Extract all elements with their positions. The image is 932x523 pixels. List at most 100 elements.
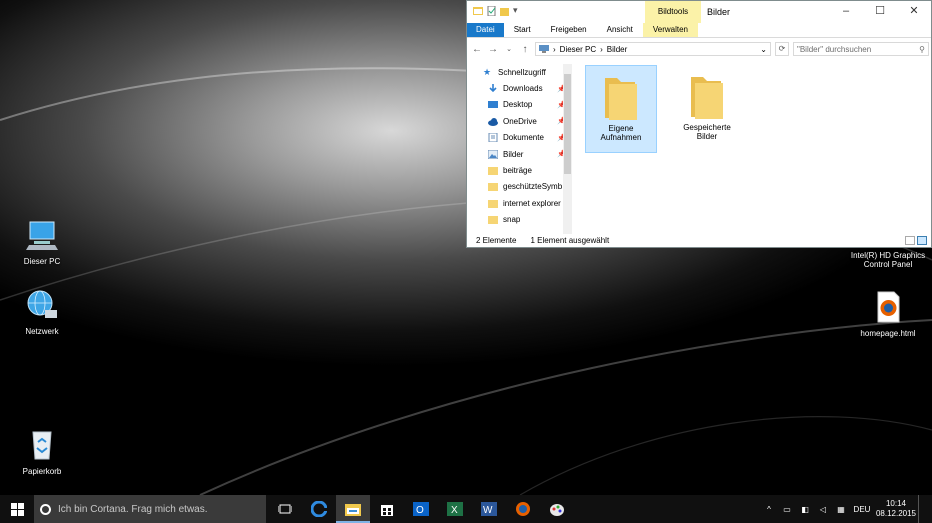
- nav-item-label: Dokumente: [503, 133, 544, 143]
- nav-item-quick-access[interactable]: ★ Schnellzugriff: [467, 64, 574, 80]
- search-input[interactable]: "Bilder" durchsuchen ⚲: [793, 42, 929, 56]
- firefox-document-icon: [877, 291, 900, 323]
- nav-item-desktop[interactable]: Desktop 📌: [467, 97, 574, 113]
- nav-item-folder[interactable]: internet explorer: [467, 195, 574, 211]
- breadcrumb-this-pc[interactable]: Dieser PC: [560, 45, 596, 54]
- folder-item-eigene-aufnahmen[interactable]: Eigene Aufnahmen: [585, 65, 657, 153]
- close-button[interactable]: ✕: [897, 1, 931, 23]
- taskbar-app-store[interactable]: [370, 495, 404, 523]
- desktop-icon-label: Intel(R) HD Graphics: [850, 251, 926, 260]
- desktop-icon-recycle-bin[interactable]: Papierkorb: [7, 428, 77, 476]
- start-button[interactable]: [0, 495, 34, 523]
- breadcrumb-separator: ›: [553, 44, 556, 54]
- file-explorer-window: ▾ Bildtools Bilder – ☐ ✕ Datei Start Fre…: [466, 0, 932, 248]
- up-arrow-icon[interactable]: ↑: [519, 44, 531, 55]
- volume-icon[interactable]: ◁: [814, 505, 832, 514]
- window-title: Bilder: [707, 7, 731, 17]
- recent-locations-icon[interactable]: ⌄: [503, 45, 515, 53]
- nav-item-folder[interactable]: geschützteSymb: [467, 179, 574, 195]
- address-dropdown-icon[interactable]: ⌄: [760, 45, 767, 54]
- star-icon: ★: [483, 66, 492, 77]
- nav-item-label: beiträge: [503, 166, 532, 176]
- clock[interactable]: 10:14 08.12.2015: [874, 499, 918, 519]
- taskbar-app-excel[interactable]: X: [438, 495, 472, 523]
- properties-icon[interactable]: [487, 5, 496, 16]
- system-tray: ^ ▭ ◧ ◁ ▦ DEU 10:14 08.12.2015: [760, 495, 932, 523]
- folder-label: Eigene: [608, 124, 634, 133]
- excel-icon: X: [447, 502, 463, 516]
- nav-item-documents[interactable]: Dokumente 📌: [467, 130, 574, 146]
- edge-icon: [311, 501, 327, 517]
- nav-item-label: Downloads: [503, 84, 543, 94]
- tab-freigeben[interactable]: Freigeben: [541, 23, 597, 37]
- documents-icon: [488, 133, 498, 143]
- store-icon: [381, 505, 393, 516]
- nav-scrollbar[interactable]: [563, 64, 572, 234]
- folder-icon: [691, 77, 723, 119]
- download-arrow-icon: [489, 84, 497, 93]
- outlook-icon: O: [413, 502, 429, 516]
- firefox-icon: [516, 502, 530, 516]
- address-bar[interactable]: › Dieser PC › Bilder ⌄: [535, 42, 771, 56]
- clock-date: 08.12.2015: [875, 509, 917, 518]
- new-folder-icon[interactable]: [500, 6, 509, 16]
- network-globe-icon: [27, 290, 57, 318]
- search-icon: ⚲: [919, 44, 925, 54]
- scrollbar-thumb[interactable]: [564, 74, 571, 174]
- taskbar-app-word[interactable]: W: [472, 495, 506, 523]
- network-tray-icon[interactable]: ◧: [796, 505, 814, 514]
- desktop-icon-intel-graphics[interactable]: Intel(R) HD Graphics Control Panel: [846, 251, 930, 269]
- nav-item-folder[interactable]: beiträge: [467, 162, 574, 178]
- breadcrumb-current[interactable]: Bilder: [607, 45, 627, 54]
- status-bar: 2 Elemente 1 Element ausgewählt: [467, 233, 931, 247]
- desktop-icon-homepage[interactable]: homepage.html: [853, 290, 923, 338]
- forward-arrow-icon[interactable]: →: [487, 44, 499, 55]
- show-desktop-button[interactable]: [918, 495, 932, 523]
- nav-item-pictures[interactable]: Bilder 📌: [467, 146, 574, 162]
- window-app-icon: [473, 7, 483, 15]
- folder-icon: [605, 78, 637, 120]
- maximize-button[interactable]: ☐: [863, 1, 897, 23]
- tab-verwalten[interactable]: Verwalten: [642, 23, 698, 37]
- large-icons-view-icon[interactable]: [917, 236, 927, 245]
- folder-item-gespeicherte-bilder[interactable]: Gespeicherte Bilder: [671, 65, 743, 153]
- taskbar: Ich bin Cortana. Frag mich etwas. O X W …: [0, 495, 932, 523]
- taskbar-app-firefox[interactable]: [506, 495, 540, 523]
- minimize-button[interactable]: –: [829, 1, 863, 23]
- taskbar-app-file-explorer[interactable]: [336, 495, 370, 523]
- battery-icon[interactable]: ▭: [778, 505, 796, 514]
- keyboard-icon[interactable]: ▦: [832, 505, 850, 514]
- nav-item-label: Bilder: [503, 149, 524, 159]
- tray-chevron-icon[interactable]: ^: [760, 505, 778, 514]
- folder-label: Aufnahmen: [600, 133, 642, 142]
- desktop-icon-network[interactable]: Netzwerk: [7, 288, 77, 336]
- title-bar: ▾ Bildtools Bilder – ☐ ✕: [467, 1, 931, 23]
- breadcrumb-separator: ›: [600, 44, 603, 54]
- cortana-placeholder: Ich bin Cortana. Frag mich etwas.: [58, 503, 208, 515]
- qat-dropdown-icon[interactable]: ▾: [513, 5, 518, 16]
- tab-ansicht[interactable]: Ansicht: [597, 23, 643, 37]
- nav-item-onedrive[interactable]: OneDrive 📌: [467, 113, 574, 129]
- nav-item-label: geschützteSymb: [503, 182, 563, 192]
- back-arrow-icon[interactable]: ←: [471, 44, 483, 55]
- selection-count: 1 Element ausgewählt: [530, 235, 610, 245]
- task-view-button[interactable]: [268, 495, 302, 523]
- pictures-icon: [488, 149, 498, 159]
- details-view-icon[interactable]: [905, 236, 915, 245]
- nav-item-folder[interactable]: snap: [467, 212, 574, 228]
- tab-datei[interactable]: Datei: [467, 23, 504, 37]
- taskbar-app-edge[interactable]: [302, 495, 336, 523]
- nav-item-downloads[interactable]: Downloads 📌: [467, 80, 574, 96]
- address-row: ← → ⌄ ↑ › Dieser PC › Bilder ⌄ ⟳ "Bilder…: [467, 38, 931, 60]
- refresh-button[interactable]: ⟳: [775, 42, 789, 56]
- item-count: 2 Elemente: [476, 235, 517, 245]
- desktop-icon-this-pc[interactable]: Dieser PC: [7, 218, 77, 266]
- cortana-search-box[interactable]: Ich bin Cortana. Frag mich etwas.: [34, 495, 266, 523]
- taskbar-app-paint[interactable]: [540, 495, 574, 523]
- quick-access-toolbar: ▾: [473, 5, 518, 16]
- tab-start[interactable]: Start: [504, 23, 541, 37]
- desktop-icon-label: Dieser PC: [23, 257, 61, 266]
- paint-icon: [550, 504, 564, 516]
- language-indicator[interactable]: DEU: [850, 505, 874, 514]
- taskbar-app-outlook[interactable]: O: [404, 495, 438, 523]
